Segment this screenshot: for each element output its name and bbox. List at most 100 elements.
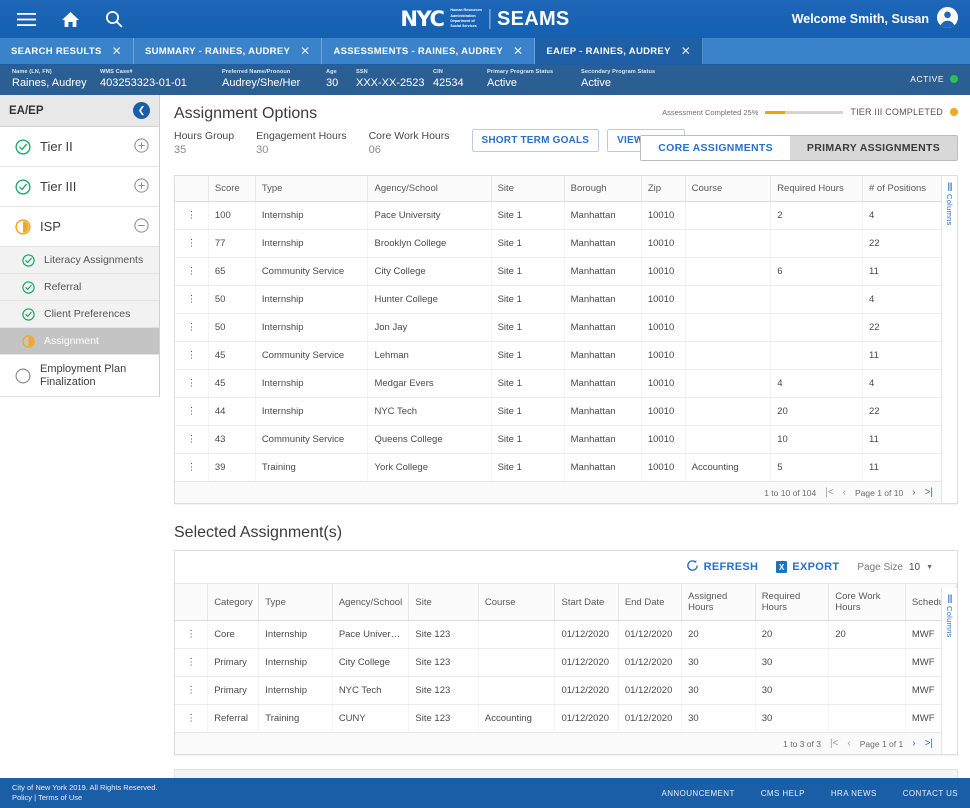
col-core-work-hours[interactable]: Core Work Hours <box>828 584 906 621</box>
collapse-minus-icon[interactable] <box>134 218 149 235</box>
col-site[interactable]: Site <box>491 176 565 202</box>
col-agency-school[interactable]: Agency/School <box>367 176 492 202</box>
expand-plus-icon[interactable] <box>134 178 149 195</box>
search-icon[interactable] <box>102 7 126 31</box>
table-row[interactable]: ⋮ Core Internship Pace University Site 1… <box>175 620 958 649</box>
table-row[interactable]: ⋮ 50 Internship Jon Jay Site 1 Manhattan… <box>175 313 957 342</box>
table-row[interactable]: ⋮ 77 Internship Brooklyn College Site 1 … <box>175 229 957 258</box>
refresh-button[interactable]: REFRESH <box>686 559 759 575</box>
last-page-button[interactable]: >| <box>925 487 933 498</box>
close-icon[interactable]: ✕ <box>513 45 523 57</box>
close-icon[interactable]: ✕ <box>300 45 310 57</box>
tab-search-results[interactable]: SEARCH RESULTS ✕ <box>0 38 134 64</box>
row-menu-icon[interactable]: ⋮ <box>175 620 209 649</box>
close-icon[interactable]: ✕ <box>112 45 122 57</box>
last-page-button[interactable]: >| <box>925 738 933 749</box>
col-agency-school[interactable]: Agency/School <box>332 584 410 621</box>
page-size-selector[interactable]: Page Size 10 ▼ <box>857 562 933 573</box>
row-menu-icon[interactable]: ⋮ <box>175 201 209 230</box>
tab-core-assignments[interactable]: CORE ASSIGNMENTS <box>641 136 790 160</box>
terms-of-use-link[interactable]: Terms of Use <box>38 793 82 802</box>
row-menu-icon[interactable]: ⋮ <box>175 648 209 677</box>
tab-ea-ep[interactable]: EA/EP - RAINES, AUDREY ✕ <box>535 38 704 64</box>
table-row[interactable]: ⋮ 50 Internship Hunter College Site 1 Ma… <box>175 285 957 314</box>
chevron-down-icon[interactable]: ▼ <box>926 564 933 571</box>
row-menu-icon[interactable]: ⋮ <box>175 704 209 732</box>
welcome-area[interactable]: Welcome Smith, Susan <box>792 0 958 38</box>
prev-page-button[interactable]: ‹ <box>843 487 846 498</box>
row-menu-icon[interactable]: ⋮ <box>175 257 209 286</box>
table-row[interactable]: ⋮ 100 Internship Pace University Site 1 … <box>175 201 957 230</box>
prev-page-button[interactable]: ‹ <box>847 738 850 749</box>
home-icon[interactable] <box>58 7 82 31</box>
col-zip[interactable]: Zip <box>641 176 686 202</box>
next-page-button[interactable]: › <box>912 487 915 498</box>
col-start-date[interactable]: Start Date <box>554 584 619 621</box>
table-row[interactable]: ⋮ 65 Community Service City College Site… <box>175 257 957 286</box>
announcement-link[interactable]: ANNOUNCEMENT <box>662 789 735 798</box>
table-row[interactable]: ⋮ 45 Internship Medgar Evers Site 1 Manh… <box>175 369 957 398</box>
table-row[interactable]: ⋮ 45 Community Service Lehman Site 1 Man… <box>175 341 957 370</box>
selected-table: Category Type Agency/School Site Course … <box>175 584 958 732</box>
sidebar-item-tier-iii[interactable]: Tier III <box>0 167 159 207</box>
tab-summary[interactable]: SUMMARY - RAINES, AUDREY ✕ <box>133 38 323 64</box>
sidebar-item-employment-plan-finalization[interactable]: Employment Plan Finalization <box>0 355 159 397</box>
chevron-left-icon[interactable]: ❮ <box>133 102 150 119</box>
sidebar-item-referral[interactable]: Referral <box>0 274 159 301</box>
first-page-button[interactable]: |< <box>825 487 833 498</box>
col-site[interactable]: Site <box>408 584 479 621</box>
table-row[interactable]: ⋮ Primary Internship NYC Tech Site 123 0… <box>175 676 958 705</box>
col-type[interactable]: Type <box>255 176 369 202</box>
col-course[interactable]: Course <box>685 176 772 202</box>
row-menu-icon[interactable]: ⋮ <box>175 369 209 398</box>
status-label: ACTIVE <box>910 74 944 84</box>
cms-help-link[interactable]: CMS HELP <box>761 789 805 798</box>
field-value: Active <box>487 77 517 89</box>
policy-link[interactable]: Policy <box>12 793 32 802</box>
table-row[interactable]: ⋮ Referral Training CUNY Site 123 Accoun… <box>175 704 958 732</box>
col-type[interactable]: Type <box>258 584 333 621</box>
export-button[interactable]: X EXPORT <box>776 561 839 573</box>
first-page-button[interactable]: |< <box>830 738 838 749</box>
hra-news-link[interactable]: HRA NEWS <box>831 789 877 798</box>
field-value: 42534 <box>433 77 464 89</box>
sidebar-item-client-preferences[interactable]: Client Preferences <box>0 301 159 328</box>
hamburger-icon[interactable] <box>14 7 38 31</box>
expand-plus-icon[interactable] <box>134 138 149 155</box>
sidebar-item-assignment[interactable]: Assignment <box>0 328 159 355</box>
col-borough[interactable]: Borough <box>564 176 642 202</box>
columns-panel-toggle[interactable]: ||| Columns <box>941 588 957 754</box>
cell-start-date: 01/12/2020 <box>554 704 619 732</box>
sidebar-item-isp[interactable]: ISP <box>0 207 159 247</box>
col-category[interactable]: Category <box>207 584 260 621</box>
sidebar-item-tier-ii[interactable]: Tier II <box>0 127 159 167</box>
col-score[interactable]: Score <box>208 176 256 202</box>
short-term-goals-button[interactable]: SHORT TERM GOALS <box>471 129 600 152</box>
close-icon[interactable]: ✕ <box>681 45 691 57</box>
next-page-button[interactable]: › <box>912 738 915 749</box>
row-menu-icon[interactable]: ⋮ <box>175 397 209 426</box>
cell-score: 44 <box>208 397 256 426</box>
col-required-hours[interactable]: Required Hours <box>770 176 863 202</box>
col-end-date[interactable]: End Date <box>618 584 683 621</box>
row-menu-icon[interactable]: ⋮ <box>175 676 209 705</box>
table-row[interactable]: ⋮ 43 Community Service Queens College Si… <box>175 425 957 454</box>
tab-primary-assignments[interactable]: PRIMARY ASSIGNMENTS <box>789 136 957 160</box>
columns-panel-toggle[interactable]: ||| Columns <box>941 176 957 503</box>
table-row[interactable]: ⋮ 44 Internship NYC Tech Site 1 Manhatta… <box>175 397 957 426</box>
table-row[interactable]: ⋮ Primary Internship City College Site 1… <box>175 648 958 677</box>
tab-assessments[interactable]: ASSESSMENTS - RAINES, AUDREY ✕ <box>322 38 536 64</box>
row-menu-icon[interactable]: ⋮ <box>175 313 209 342</box>
row-menu-icon[interactable]: ⋮ <box>175 229 209 258</box>
contact-us-link[interactable]: CONTACT US <box>903 789 958 798</box>
table-row[interactable]: ⋮ 39 Training York College Site 1 Manhat… <box>175 453 957 481</box>
row-menu-icon[interactable]: ⋮ <box>175 425 209 454</box>
col-assigned-hours[interactable]: Assigned Hours <box>681 584 756 621</box>
row-menu-icon[interactable]: ⋮ <box>175 285 209 314</box>
sidebar-item-literacy-assignments[interactable]: Literacy Assignments <box>0 247 159 274</box>
col-required-hours[interactable]: Required Hours <box>755 584 830 621</box>
col-course[interactable]: Course <box>478 584 556 621</box>
row-menu-icon[interactable]: ⋮ <box>175 341 209 370</box>
user-avatar-icon[interactable] <box>937 7 958 31</box>
row-menu-icon[interactable]: ⋮ <box>175 453 209 481</box>
